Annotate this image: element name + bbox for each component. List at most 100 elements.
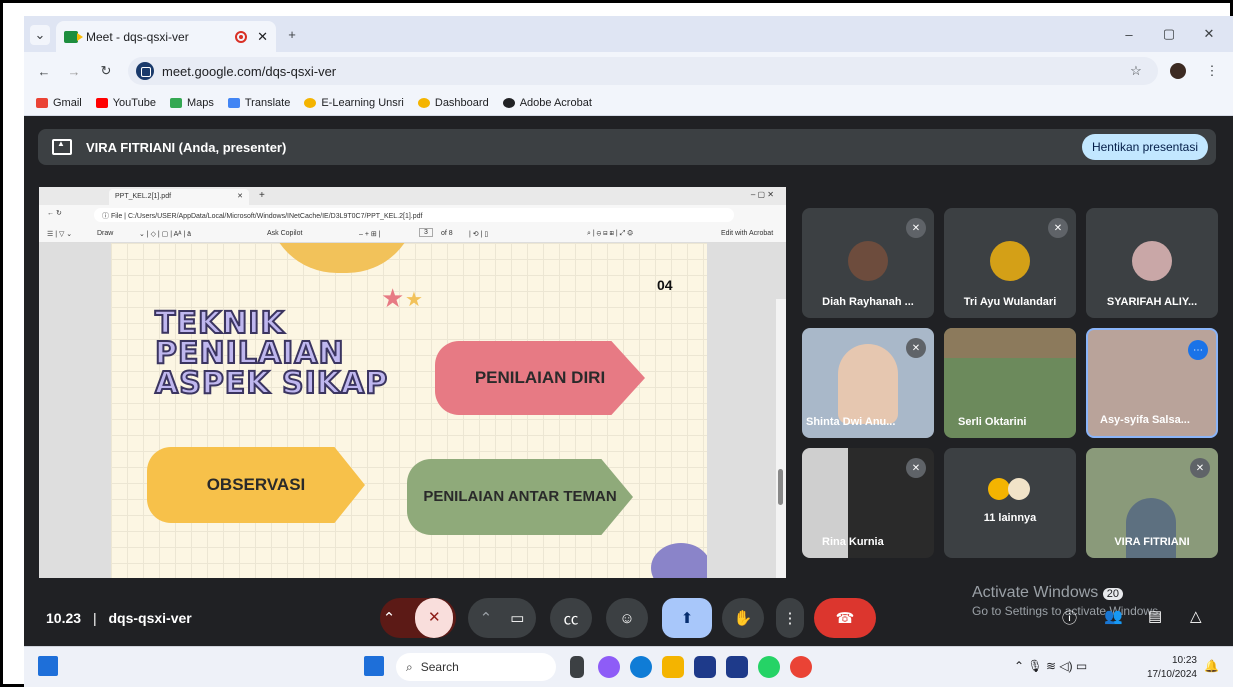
mic-off-icon: ✕ <box>1048 218 1068 238</box>
leave-call-button[interactable]: ☎ <box>814 598 876 638</box>
bookmark-dashboard[interactable]: Dashboard <box>417 97 489 109</box>
chevron-up-icon[interactable]: ⌃ <box>480 609 493 627</box>
clock[interactable]: 10:23 17/10/2024 <box>1147 654 1197 682</box>
mic-control[interactable]: ⌃ ✕ <box>380 598 456 638</box>
meet-area: VIRA FITRIANI (Anda, presenter) Hentikan… <box>24 117 1233 646</box>
pdf-page-count: of 8 <box>441 230 453 237</box>
hang-up-icon: ☎ <box>835 610 855 627</box>
new-tab-button[interactable]: + <box>282 24 302 44</box>
tab-meet[interactable]: Meet - dqs-qsxi-ver ✕ <box>56 21 276 52</box>
people-icon[interactable]: 👥 <box>1104 607 1123 625</box>
bookmark-maps[interactable]: Maps <box>169 97 214 109</box>
whatsapp-icon[interactable] <box>758 656 780 678</box>
participant-tile[interactable]: ✕ VIRA FITRIANI <box>1086 448 1218 558</box>
slide-decoration-blob <box>651 543 707 578</box>
widgets-icon[interactable] <box>38 656 58 676</box>
mic-off-icon: ✕ <box>906 338 926 358</box>
presenting-bar: VIRA FITRIANI (Anda, presenter) Hentikan… <box>38 129 1216 165</box>
meet-icon <box>64 30 83 43</box>
windows-start-icon[interactable] <box>364 656 384 676</box>
present-button[interactable]: ⬆ <box>662 598 712 638</box>
mail-icon[interactable] <box>726 656 748 678</box>
edge-icon[interactable] <box>630 656 652 678</box>
raise-hand-button[interactable]: ✋ <box>722 598 764 638</box>
participant-tile[interactable]: ✕ Serli Oktarini <box>944 328 1076 438</box>
notifications-icon[interactable]: 🔔 <box>1204 659 1219 673</box>
participant-tile[interactable]: ✕ Diah Rayhanah ... <box>802 208 934 318</box>
close-window-button[interactable]: ✕ <box>1198 24 1220 44</box>
avatar <box>988 478 1010 500</box>
participant-video <box>1126 498 1176 558</box>
bookmark-adobe-acrobat[interactable]: Adobe Acrobat <box>502 97 592 109</box>
emoji-icon: ☺ <box>619 609 635 627</box>
tab-search-icon[interactable]: ⌄ <box>30 25 50 45</box>
participant-tile[interactable]: ✕ Shinta Dwi Anu... <box>802 328 934 438</box>
star-decoration-icon: ★ <box>405 289 423 311</box>
task-view-icon[interactable] <box>570 656 584 678</box>
meeting-details-icon[interactable]: ⓘ <box>1062 607 1077 628</box>
mic-off-icon: ✕ <box>1190 458 1210 478</box>
mic-off-button[interactable]: ✕ <box>415 598 454 638</box>
pdf-scrollbar[interactable] <box>776 299 786 578</box>
youtube-icon <box>95 97 108 108</box>
shared-address-bar: ← ↻ ⓘ File | C:/Users/USER/AppData/Local… <box>39 205 786 225</box>
stop-presenting-button[interactable]: Hentikan presentasi <box>1081 134 1208 160</box>
store-icon[interactable] <box>694 656 716 678</box>
more-options-icon[interactable]: ⋯ <box>1188 340 1208 360</box>
participant-tile[interactable]: ⋯ Asy-syifa Salsa... <box>1086 328 1218 438</box>
participant-tile[interactable]: ✕ Rina Kurnia <box>802 448 934 558</box>
slide-item-observasi: OBSERVASI <box>147 447 365 523</box>
chat-icon[interactable]: ▤ <box>1148 607 1162 625</box>
more-options-button[interactable]: ⋮ <box>776 598 804 638</box>
system-tray[interactable]: ⌃ 🎙 ≋ ◁) ▭ <box>1014 659 1087 673</box>
present-icon: ⬆ <box>680 610 694 627</box>
pdf-scroll-thumb[interactable] <box>778 469 783 505</box>
reactions-button[interactable]: ☺ <box>606 598 648 638</box>
bookmark-translate[interactable]: Translate <box>227 97 290 109</box>
shared-pdf-tab: PPT_KEL.2[1].pdf ✕ <box>109 189 249 205</box>
translate-icon <box>227 97 240 108</box>
present-screen-icon <box>52 139 72 155</box>
chrome-icon[interactable] <box>790 656 812 678</box>
tab-bar: ⌄ Meet - dqs-qsxi-ver ✕ + – ▢ ✕ <box>24 16 1233 52</box>
participant-tile[interactable]: ✕ Tri Ayu Wulandari <box>944 208 1076 318</box>
mic-off-icon: ✕ <box>906 458 926 478</box>
avatar <box>1008 478 1030 500</box>
participant-tile[interactable]: 11 lainnya <box>944 448 1076 558</box>
minimize-button[interactable]: – <box>1118 24 1140 44</box>
acrobat-icon <box>502 97 515 108</box>
browser-window: ⌄ Meet - dqs-qsxi-ver ✕ + – ▢ ✕ ← → ↻ me… <box>24 16 1233 646</box>
bookmark-gmail[interactable]: Gmail <box>36 97 82 109</box>
meeting-code: dqs-qsxi-ver <box>108 610 192 626</box>
copilot-icon[interactable] <box>598 656 620 678</box>
taskbar-search[interactable]: ⌕ Search <box>396 653 556 681</box>
dashboard-icon <box>417 97 430 108</box>
bookmark-elearning[interactable]: E-Learning Unsri <box>304 97 404 109</box>
camera-icon[interactable]: ▭ <box>510 609 524 627</box>
captions-button[interactable]: ㏄ <box>550 598 592 638</box>
profile-avatar[interactable] <box>1168 61 1188 81</box>
maximize-button[interactable]: ▢ <box>1158 24 1180 44</box>
shared-path: ⓘ File | C:/Users/USER/AppData/Local/Mic… <box>94 208 734 222</box>
address-bar[interactable]: meet.google.com/dqs-qsxi-ver <box>128 57 1158 85</box>
site-info-icon[interactable] <box>136 62 154 80</box>
file-explorer-icon[interactable] <box>662 656 684 678</box>
more-vert-icon: ⋮ <box>782 610 798 627</box>
browser-menu-icon[interactable]: ⋮ <box>1202 61 1222 81</box>
bookmark-star-icon[interactable]: ☆ <box>1126 61 1146 81</box>
bookmark-youtube[interactable]: YouTube <box>95 97 156 109</box>
pdf-toolbar: ☰ | ▽ ⌄ Draw ⌄ | ◇ | ▢ | Aᴬ | ā Ask Copi… <box>39 225 786 243</box>
slide-item-penilaian-diri: PENILAIAN DIRI <box>435 341 645 415</box>
shared-screen: PPT_KEL.2[1].pdf ✕ + – ▢ ✕ ← ↻ ⓘ File | C… <box>39 187 786 578</box>
reload-icon[interactable]: ↻ <box>96 61 116 81</box>
camera-control[interactable]: ⌃ ▭ <box>468 598 536 638</box>
participant-tile[interactable]: SYARIFAH ALIY... <box>1086 208 1218 318</box>
slide: ★ ★ 04 TEKNIK PENILAIAN ASPEK SIKAP PENI… <box>111 243 707 578</box>
close-tab-icon[interactable]: ✕ <box>257 29 268 45</box>
chevron-up-icon[interactable]: ⌃ <box>383 609 396 627</box>
activities-icon[interactable]: △ <box>1190 607 1202 625</box>
forward-icon[interactable]: → <box>64 61 84 81</box>
back-icon[interactable]: ← <box>34 61 54 81</box>
slide-item-penilaian-antar-teman: PENILAIAN ANTAR TEMAN <box>407 459 633 535</box>
participant-video <box>944 328 1076 358</box>
